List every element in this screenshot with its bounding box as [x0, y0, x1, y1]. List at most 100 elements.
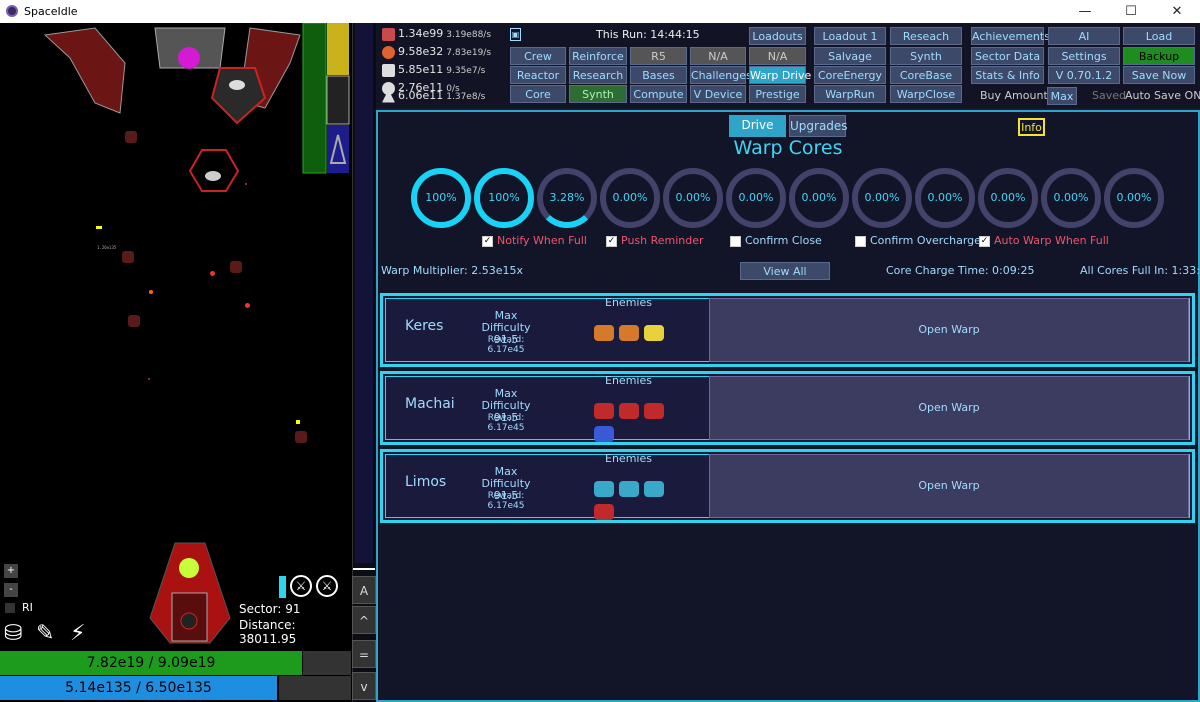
weapon-icon-2[interactable]: ✎ — [36, 621, 54, 646]
weapon-icon-1[interactable]: ⛁ — [4, 621, 22, 646]
core-base-button[interactable]: CoreBase — [890, 66, 962, 84]
resource-stack: 5.85e11 9.35e7/s — [382, 61, 485, 79]
warp-core-8[interactable]: 0.00% — [852, 168, 912, 228]
buy-amount-label: Buy Amount: — [980, 89, 1052, 102]
resource-scrap: 1.34e99 3.19e88/s — [382, 25, 491, 43]
research-button[interactable]: Research — [569, 66, 627, 84]
scroll-up-button[interactable]: ^ — [352, 606, 376, 634]
na-button-1[interactable]: N/A — [690, 47, 746, 65]
warp-core-9[interactable]: 0.00% — [915, 168, 975, 228]
close-button[interactable]: ✕ — [1154, 0, 1200, 23]
damage-number: 1.26e135 — [97, 245, 117, 250]
loadouts-button[interactable]: Loadouts — [749, 27, 806, 45]
game-scene — [43, 23, 350, 644]
open-warp-button[interactable]: Open Warp — [709, 298, 1189, 362]
zoom-out-button[interactable]: - — [4, 583, 18, 597]
confirm-overcharge-checkbox[interactable]: Confirm Overcharge — [855, 234, 981, 247]
enemy-ship-icon — [619, 481, 639, 497]
enemy-ship — [125, 131, 137, 143]
star — [245, 183, 247, 185]
tab-drive[interactable]: Drive — [729, 115, 786, 137]
rl-toggle[interactable] — [5, 603, 15, 613]
v-device-button[interactable]: V Device — [690, 85, 746, 103]
open-warp-button[interactable]: Open Warp — [709, 454, 1189, 518]
view-all-button[interactable]: View All — [740, 262, 830, 280]
stats-info-button[interactable]: Stats & Info — [971, 66, 1044, 84]
salvage-button[interactable]: Salvage — [814, 47, 886, 65]
achievements-button[interactable]: Achievements — [971, 27, 1050, 45]
r5-button[interactable]: R5 — [630, 47, 687, 65]
warp-row-machai: Machai Max Difficulty 91.5 Reward: 6.17e4… — [380, 371, 1195, 445]
warp-core-6[interactable]: 0.00% — [726, 168, 786, 228]
distance-label: Distance: 38011.95 — [239, 618, 297, 646]
warp-core-7[interactable]: 0.00% — [789, 168, 849, 228]
enemies-label: Enemies — [605, 452, 652, 465]
version-button[interactable]: V 0.70.1.2 — [1048, 66, 1120, 84]
core-button[interactable]: Core — [510, 85, 566, 103]
lock-icon[interactable]: ▣ — [510, 28, 521, 41]
reinforce-button[interactable]: Reinforce — [569, 47, 627, 65]
equal-button[interactable]: = — [352, 640, 376, 668]
settings-button[interactable]: Settings — [1048, 47, 1120, 65]
challenges-button[interactable]: Challenges — [690, 66, 752, 84]
window-titlebar: SpaceIdle — ☐ ✕ — [0, 0, 1200, 23]
synth-button[interactable]: Synth — [569, 85, 627, 103]
core-charge-time: Core Charge Time: 0:09:25 — [886, 264, 1035, 277]
push-reminder-checkbox[interactable]: ✓ Push Reminder — [606, 234, 704, 247]
warp-core-5[interactable]: 0.00% — [663, 168, 723, 228]
all-cores-full-time: All Cores Full In: 1:33:57 — [1080, 264, 1200, 277]
ai-button[interactable]: AI — [1048, 27, 1120, 45]
bases-button[interactable]: Bases — [630, 66, 687, 84]
scroll-down-button[interactable]: v — [352, 672, 376, 700]
warp-core-4[interactable]: 0.00% — [600, 168, 660, 228]
scrap-icon — [382, 27, 395, 41]
loadout-1-button[interactable]: Loadout 1 — [814, 27, 886, 45]
run-timer: This Run: 14:44:15 — [596, 28, 700, 41]
warp-cores-title: Warp Cores — [733, 137, 843, 159]
warp-core-2[interactable]: 100% — [474, 168, 534, 228]
buy-amount-select[interactable]: Max — [1047, 87, 1077, 105]
notify-when-full-checkbox[interactable]: ✓ Notify When Full — [482, 234, 587, 247]
reactor-button[interactable]: Reactor — [510, 66, 566, 84]
zoom-in-button[interactable]: + — [4, 564, 18, 578]
load-button[interactable]: Load — [1123, 27, 1195, 45]
weapon-icon-3[interactable]: ⚡ — [70, 621, 85, 646]
info-button[interactable]: Info — [1018, 118, 1045, 136]
prestige-button[interactable]: Prestige — [749, 85, 806, 103]
window-title: SpaceIdle — [24, 5, 78, 18]
backup-button[interactable]: Backup — [1123, 47, 1195, 65]
app-icon — [6, 5, 18, 17]
core-energy-button[interactable]: CoreEnergy — [814, 66, 886, 84]
save-now-button[interactable]: Save Now — [1123, 66, 1195, 84]
confirm-close-checkbox[interactable]: Confirm Close — [730, 234, 822, 247]
warp-core-1[interactable]: 100% — [411, 168, 471, 228]
warp-core-10[interactable]: 0.00% — [978, 168, 1038, 228]
open-warp-button[interactable]: Open Warp — [709, 376, 1189, 440]
maximize-button[interactable]: ☐ — [1108, 0, 1154, 23]
warp-reward: Reward: 6.17e45 — [487, 335, 525, 355]
warp-core-3[interactable]: 3.28% — [537, 168, 597, 228]
sector-label: Sector: 91 — [239, 602, 301, 616]
tab-upgrades[interactable]: Upgrades — [789, 115, 848, 137]
auto-button[interactable]: A — [352, 576, 376, 604]
na-button-2[interactable]: N/A — [749, 47, 806, 65]
enemy-ship-icon — [594, 426, 614, 442]
warp-core-11[interactable]: 0.00% — [1041, 168, 1101, 228]
sector-data-button[interactable]: Sector Data — [971, 47, 1044, 65]
sector-progress-marker — [353, 568, 375, 570]
shield-bar-empty — [279, 676, 351, 700]
minimize-button[interactable]: — — [1062, 0, 1108, 23]
ability-icon-1[interactable]: ⚔ — [290, 575, 312, 597]
warp-run-button[interactable]: WarpRun — [814, 85, 886, 103]
warp-core-12[interactable]: 0.00% — [1104, 168, 1164, 228]
saved-status: Saved — [1092, 89, 1126, 102]
reseach-button[interactable]: Reseach — [890, 27, 962, 45]
crew-button[interactable]: Crew — [510, 47, 566, 65]
auto-warp-checkbox[interactable]: ✓ Auto Warp When Full — [979, 234, 1109, 247]
game-viewport[interactable]: 1.26e135 ⚔ ⚔ + - RI ⛁ ✎ ⚡ Sector: 91 Dis… — [0, 23, 351, 702]
compute-button[interactable]: Compute — [630, 85, 687, 103]
synth-button-2[interactable]: Synth — [890, 47, 962, 65]
ability-icon-2[interactable]: ⚔ — [316, 575, 338, 597]
warp-close-button[interactable]: WarpClose — [890, 85, 962, 103]
warp-drive-button[interactable]: Warp Drive — [749, 66, 811, 84]
